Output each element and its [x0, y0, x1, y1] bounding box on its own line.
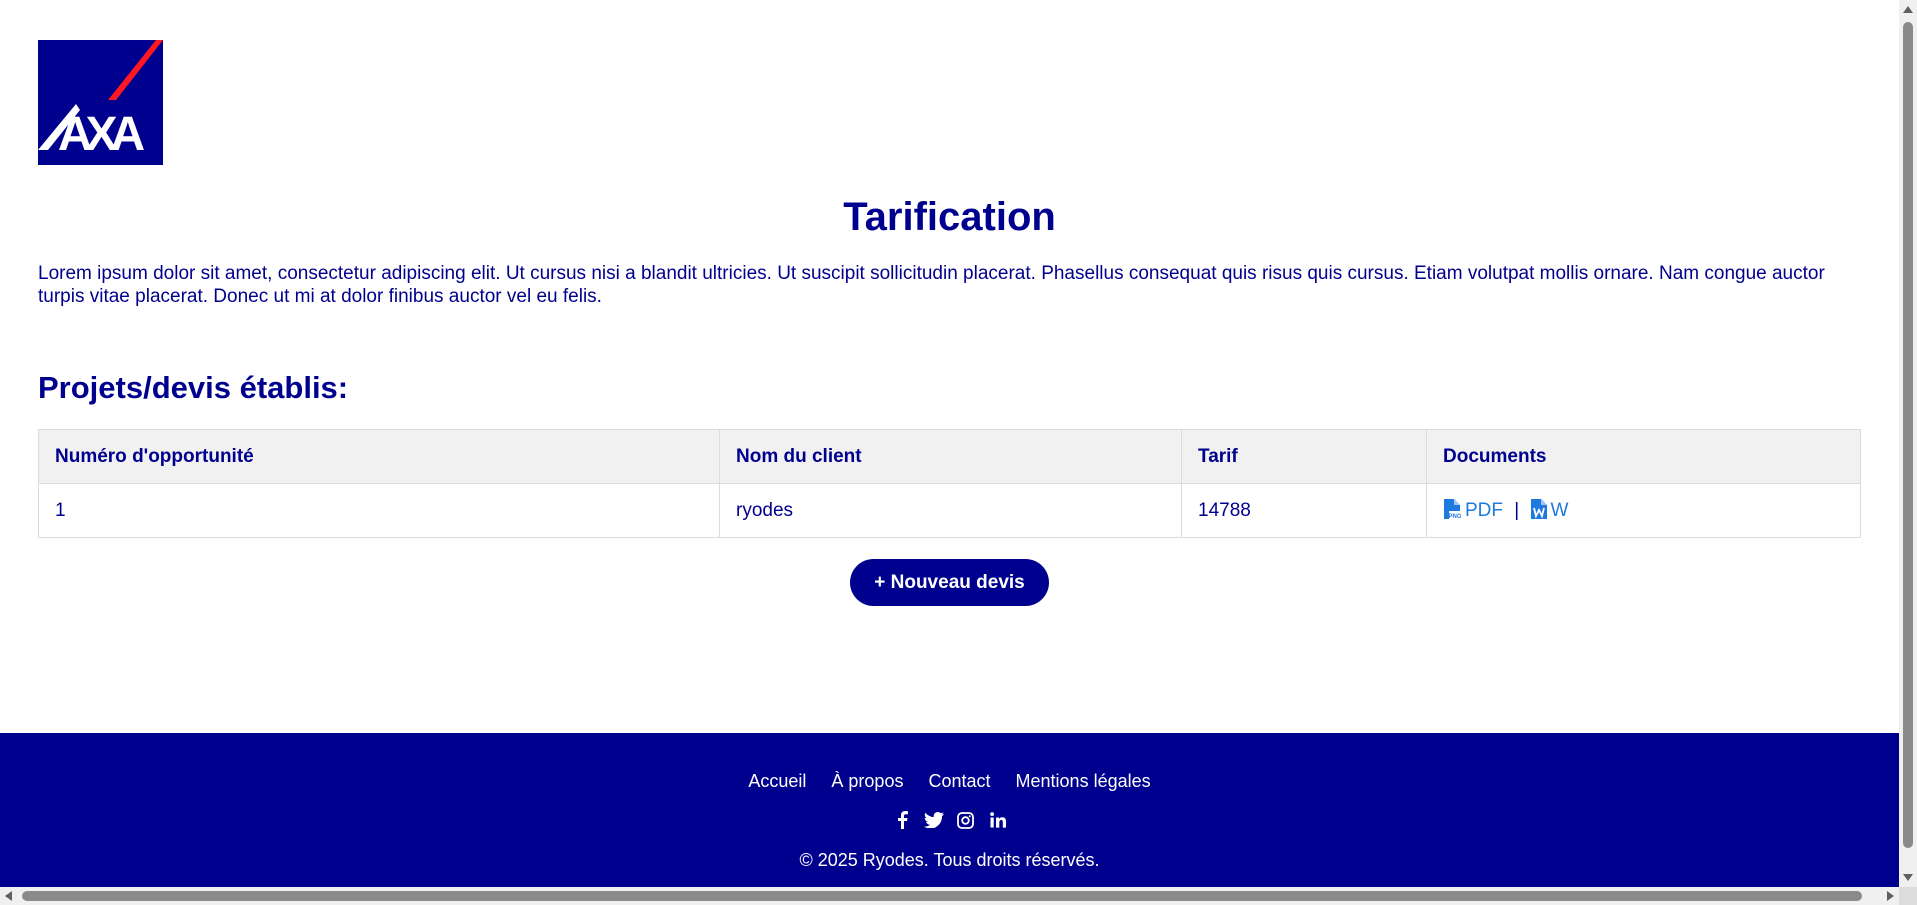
horizontal-scrollbar[interactable] [0, 887, 1899, 905]
header-client-name: Nom du client [719, 429, 1182, 484]
page-title: Tarification [843, 195, 1056, 239]
axa-logo[interactable]: AXA [38, 40, 163, 165]
header-documents: Documents [1426, 429, 1861, 484]
header-opportunity-number: Numéro d'opportunité [38, 429, 720, 484]
intro-text: Lorem ipsum dolor sit amet, consectetur … [38, 263, 1825, 307]
main-content: AXA Tarification Lorem ipsum dolor sit a… [0, 0, 1899, 606]
facebook-icon[interactable] [892, 810, 912, 830]
svg-text:PNG: PNG [1448, 514, 1461, 519]
file-word-icon [1530, 499, 1547, 519]
linkedin-icon[interactable] [988, 810, 1008, 830]
word-label: W [1550, 500, 1569, 521]
file-pdf-icon: PNG [1444, 499, 1461, 519]
horizontal-scroll-thumb[interactable] [22, 891, 1862, 901]
documents-separator: | [1514, 500, 1520, 521]
table-row: 1 ryodes 14788 PNG PDF | W [38, 483, 1861, 538]
scroll-right-icon[interactable] [1887, 891, 1894, 901]
scroll-up-icon[interactable] [1903, 6, 1913, 13]
new-quote-wrapper: + Nouveau devis [38, 559, 1861, 606]
copyright: © 2025 Ryodes. Tous droits réservés. [799, 850, 1100, 870]
footer-link-contact[interactable]: Contact [928, 771, 990, 791]
footer-link-mentions-legales[interactable]: Mentions légales [1016, 771, 1151, 791]
footer-link-accueil[interactable]: Accueil [748, 771, 806, 791]
new-quote-button[interactable]: + Nouveau devis [850, 559, 1049, 606]
social-links [0, 810, 1899, 830]
footer: Accueil À propos Contact Mentions légale… [0, 733, 1899, 887]
instagram-icon[interactable] [956, 810, 976, 830]
footer-link-a-propos[interactable]: À propos [831, 771, 903, 791]
viewport: AXA Tarification Lorem ipsum dolor sit a… [0, 0, 1899, 887]
vertical-scrollbar[interactable] [1899, 0, 1917, 887]
footer-nav: Accueil À propos Contact Mentions légale… [0, 771, 1899, 792]
pdf-label: PDF [1465, 500, 1503, 521]
cell-opportunity-number: 1 [38, 483, 720, 538]
twitter-icon[interactable] [923, 810, 944, 830]
table-header-row: Numéro d'opportunité Nom du client Tarif… [38, 429, 1861, 484]
cell-client-name: ryodes [719, 483, 1182, 538]
vertical-scroll-thumb[interactable] [1903, 22, 1913, 848]
scrollbar-corner [1899, 887, 1917, 905]
logo-text: AXA [58, 108, 145, 161]
word-link[interactable]: W [1525, 499, 1569, 521]
cell-documents: PNG PDF | W [1426, 483, 1861, 538]
scroll-down-icon[interactable] [1903, 874, 1913, 881]
cell-tarif: 14788 [1181, 483, 1427, 538]
projects-table: Numéro d'opportunité Nom du client Tarif… [38, 429, 1861, 538]
projects-title: Projets/devis établis: [38, 370, 349, 405]
header-tarif: Tarif [1181, 429, 1427, 484]
pdf-link[interactable]: PNG PDF [1443, 499, 1508, 521]
scroll-left-icon[interactable] [5, 891, 12, 901]
